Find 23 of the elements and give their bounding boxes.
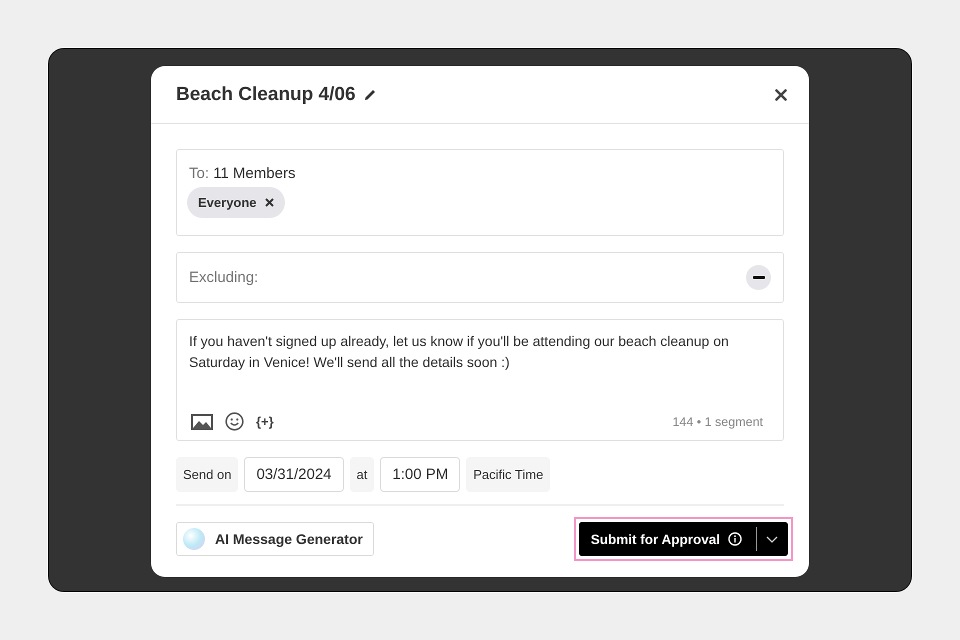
pencil-icon[interactable] (364, 88, 377, 101)
excluding-field[interactable]: Excluding: (176, 252, 784, 303)
dialog-title: Beach Cleanup 4/06 (176, 84, 356, 106)
send-on-label: Send on (176, 457, 238, 492)
message-field[interactable]: If you haven't signed up already, let us know if you'll be attending our beach cleanup on Saturday in Venice! We'll send all the details soon :) {+} 144 • 1 segment (176, 319, 784, 441)
variable-button[interactable]: {+} (256, 414, 274, 429)
close-icon[interactable] (775, 88, 787, 100)
at-label: at (350, 457, 374, 492)
date-field[interactable]: 03/31/2024 (244, 457, 344, 492)
image-icon[interactable] (191, 414, 213, 430)
ai-generator-button[interactable]: AI Message Generator (176, 522, 374, 556)
character-count: 144 • 1 segment (672, 414, 764, 428)
info-icon (728, 532, 742, 546)
recipients-field[interactable]: To: 11 Members Everyone (176, 149, 784, 236)
timezone-label: Pacific Time (466, 457, 550, 492)
minus-icon (752, 276, 764, 279)
message-text: If you haven't signed up already, let us know if you'll be attending our beach cleanup on Saturday in Venice! We'll send all the details soon :) (189, 332, 730, 372)
emoji-icon[interactable] (225, 412, 244, 431)
caret-icon[interactable] (766, 536, 778, 542)
minus-button[interactable] (746, 265, 771, 290)
recipient-chip[interactable]: Everyone (187, 187, 285, 218)
time-field[interactable]: 1:00 PM (380, 457, 460, 492)
close-icon[interactable] (264, 198, 274, 207)
